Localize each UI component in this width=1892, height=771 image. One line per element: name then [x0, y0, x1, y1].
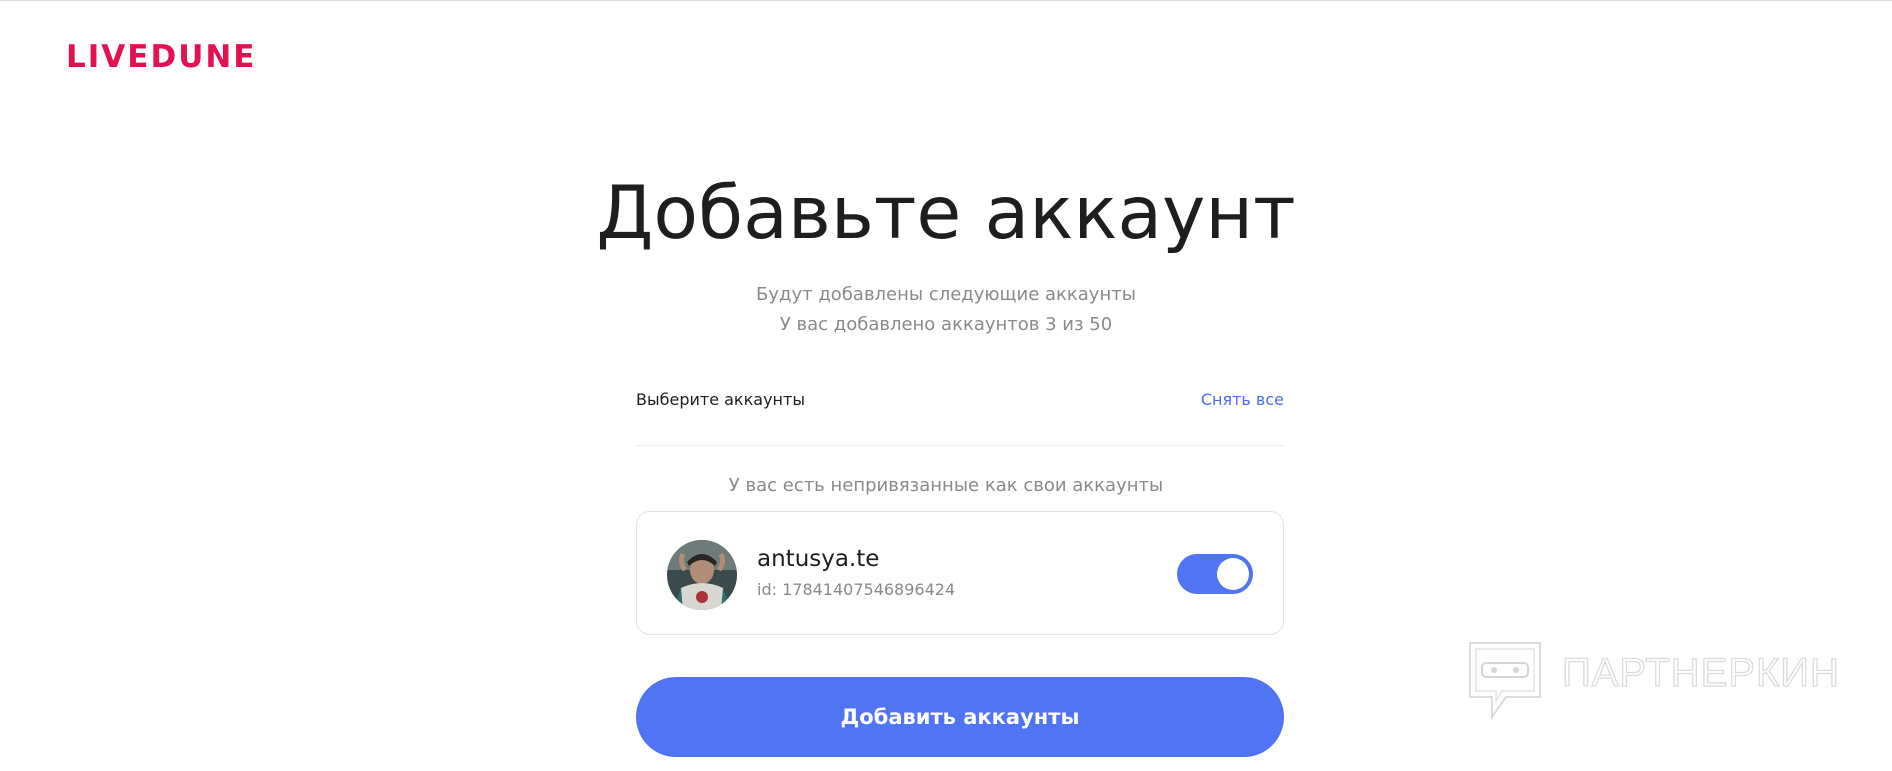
watermark: ПАРТНЕРКИН [1466, 639, 1846, 723]
select-accounts-row: Выберите аккаунты Снять все [636, 390, 1284, 414]
chat-bubble-mask-icon [1469, 642, 1541, 721]
account-card: antusya.te id: 17841407546896424 [636, 511, 1284, 635]
livedune-logo[interactable]: LIVEDUNE [66, 39, 256, 75]
avatar [667, 540, 737, 610]
select-accounts-label: Выберите аккаунты [636, 390, 805, 409]
subtitle-account-limit: У вас добавлено аккаунтов 3 из 50 [779, 314, 1113, 335]
subtitle-accounts-added: Будут добавлены следующие аккаунты [756, 284, 1136, 305]
account-id: id: 17841407546896424 [757, 580, 956, 599]
toggle-knob [1217, 558, 1249, 590]
uncheck-all-link[interactable]: Снять все [1201, 390, 1284, 409]
account-toggle[interactable] [1177, 554, 1253, 594]
account-name: antusya.te [757, 546, 880, 572]
watermark-text: ПАРТНЕРКИН [1561, 650, 1840, 695]
unlinked-accounts-notice: У вас есть непривязанные как свои аккаун… [728, 475, 1164, 496]
page: LIVEDUNE Добавьте аккаунт Будут добавлен… [0, 0, 1892, 771]
add-accounts-button[interactable]: Добавить аккаунты [636, 677, 1284, 757]
divider [636, 445, 1284, 446]
page-title: Добавьте аккаунт [596, 171, 1296, 256]
